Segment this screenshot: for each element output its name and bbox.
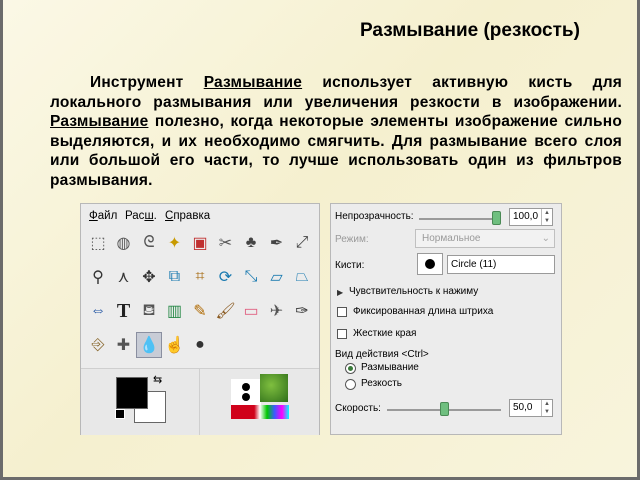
active-pattern-preview[interactable] [260, 374, 288, 402]
foreground-color-swatch[interactable] [116, 377, 148, 409]
ink-icon[interactable]: ✑ [289, 298, 315, 324]
opacity-slider-track[interactable] [419, 218, 501, 220]
rect-select-icon[interactable]: ⬚ [85, 230, 111, 256]
paragraph-text-1: Инструмент [90, 74, 204, 91]
select-by-color-icon[interactable]: ▣ [187, 230, 213, 256]
paragraph-term-1: Размывание [203, 74, 303, 91]
color-area: ⇆ [81, 368, 319, 435]
free-select-icon[interactable]: ᘓ [136, 230, 162, 256]
pressure-sensitivity-label[interactable]: Чувствительность к нажиму [349, 286, 478, 297]
tool-options-panel: Непрозрачность: 100,0 ▲ ▼ Режим: Нормально… [330, 203, 562, 435]
menu-file[interactable]: Файл [89, 210, 117, 222]
menu-extensions[interactable]: Расш. [125, 210, 157, 222]
radio-sharpen[interactable] [345, 379, 356, 390]
paragraph-term-2: Размывание [50, 113, 149, 130]
toolbox-menubar: Файл Расш. Справка [81, 204, 319, 228]
pencil-icon[interactable]: ✎ [187, 298, 213, 324]
clone-icon[interactable]: ⎆ [85, 332, 111, 358]
opacity-value: 100,0 [513, 211, 539, 222]
color-picker-icon[interactable]: ⤢ [289, 230, 315, 256]
scale-icon[interactable]: ⤡ [238, 264, 264, 290]
brush-label: Кисти: [335, 260, 365, 271]
mode-label: Режим: [335, 234, 369, 245]
paths-icon[interactable]: ✒ [264, 230, 290, 256]
brush-name-value: Circle (11) [451, 259, 497, 270]
radio-blur-label: Размывание [361, 362, 419, 373]
text-icon[interactable]: T [111, 298, 137, 324]
brush-selector-button[interactable] [417, 253, 443, 275]
paintbrush-icon[interactable]: 🖌 [213, 298, 239, 324]
align-icon[interactable]: ⧉ [162, 264, 188, 290]
measure-icon[interactable]: ⋏ [111, 264, 137, 290]
smudge-icon[interactable]: ☝ [162, 332, 188, 358]
fixed-stroke-checkbox[interactable] [337, 307, 347, 317]
fixed-stroke-label: Фиксированная длина штриха [353, 306, 494, 317]
blur-sharpen-icon[interactable]: 💧 [136, 332, 162, 358]
mode-value: Нормальное [422, 233, 481, 244]
color-area-divider [199, 369, 200, 435]
rate-slider-thumb[interactable] [440, 402, 449, 416]
scissors-select-icon[interactable]: ✂ [213, 230, 239, 256]
airbrush-icon[interactable]: ✈ [264, 298, 290, 324]
ellipse-select-icon[interactable]: ◍ [111, 230, 137, 256]
gimp-toolbox: Файл Расш. Справка ⬚ ◍ ᘓ ✦ ▣ ✂ ♣ ✒ ⤢ ⚲ ⋏ ✥ ⧉ ⌗ ⟳ ⤡ ▱ ⏢ ⇔ T ⛾… [80, 203, 320, 435]
brush-dot-icon [242, 383, 250, 401]
swap-colors-icon[interactable]: ⇆ [153, 373, 162, 386]
eraser-icon[interactable]: ▭ [238, 298, 264, 324]
crop-icon[interactable]: ⌗ [187, 264, 213, 290]
fuzzy-select-icon[interactable]: ✦ [162, 230, 188, 256]
zoom-icon[interactable]: ⚲ [85, 264, 111, 290]
rotate-icon[interactable]: ⟳ [213, 264, 239, 290]
perspective-icon[interactable]: ⏢ [289, 264, 315, 290]
mode-dropdown[interactable]: Нормальное ⌄ [415, 229, 555, 248]
slide-frame-left [0, 0, 3, 480]
opacity-spinbox[interactable]: 100,0 ▲ ▼ [509, 208, 553, 226]
foreground-select-icon[interactable]: ♣ [238, 230, 264, 256]
flip-icon[interactable]: ⇔ [85, 298, 111, 324]
slide-title: Размывание (резкость) [360, 20, 580, 41]
expander-arrow-icon[interactable]: ▶ [337, 288, 343, 297]
active-brush-preview[interactable] [231, 379, 261, 405]
radio-blur[interactable] [345, 363, 356, 374]
shear-icon[interactable]: ▱ [264, 264, 290, 290]
dodge-burn-icon[interactable]: ● [187, 332, 213, 358]
menu-help[interactable]: Справка [165, 210, 210, 222]
rate-spin-arrows[interactable]: ▲ ▼ [541, 400, 552, 416]
rate-label: Скорость: [335, 403, 381, 414]
hard-edges-checkbox[interactable] [337, 329, 347, 339]
chevron-down-icon: ⌄ [541, 233, 550, 244]
opacity-spin-arrows[interactable]: ▲ ▼ [541, 209, 552, 225]
heal-icon[interactable]: ✚ [111, 332, 137, 358]
opacity-label: Непрозрачность: [335, 211, 414, 222]
radio-sharpen-label: Резкость [361, 378, 402, 389]
opacity-slider-thumb[interactable] [492, 211, 501, 225]
rate-spinbox[interactable]: 50,0 ▲ ▼ [509, 399, 553, 417]
rate-value: 50,0 [513, 402, 533, 413]
active-gradient-preview[interactable] [231, 405, 289, 419]
default-colors-icon[interactable] [115, 409, 125, 419]
move-icon[interactable]: ✥ [136, 264, 162, 290]
blend-icon[interactable]: ▥ [162, 298, 188, 324]
brush-name-field: Circle (11) [447, 255, 555, 274]
action-type-label: Вид действия <Ctrl> [335, 349, 429, 360]
bucket-fill-icon[interactable]: ⛾ [136, 298, 162, 324]
hard-edges-label: Жесткие края [353, 328, 417, 339]
circle-brush-icon [425, 259, 435, 269]
slide-paragraph: Инструмент Размывание использует активну… [50, 73, 622, 190]
